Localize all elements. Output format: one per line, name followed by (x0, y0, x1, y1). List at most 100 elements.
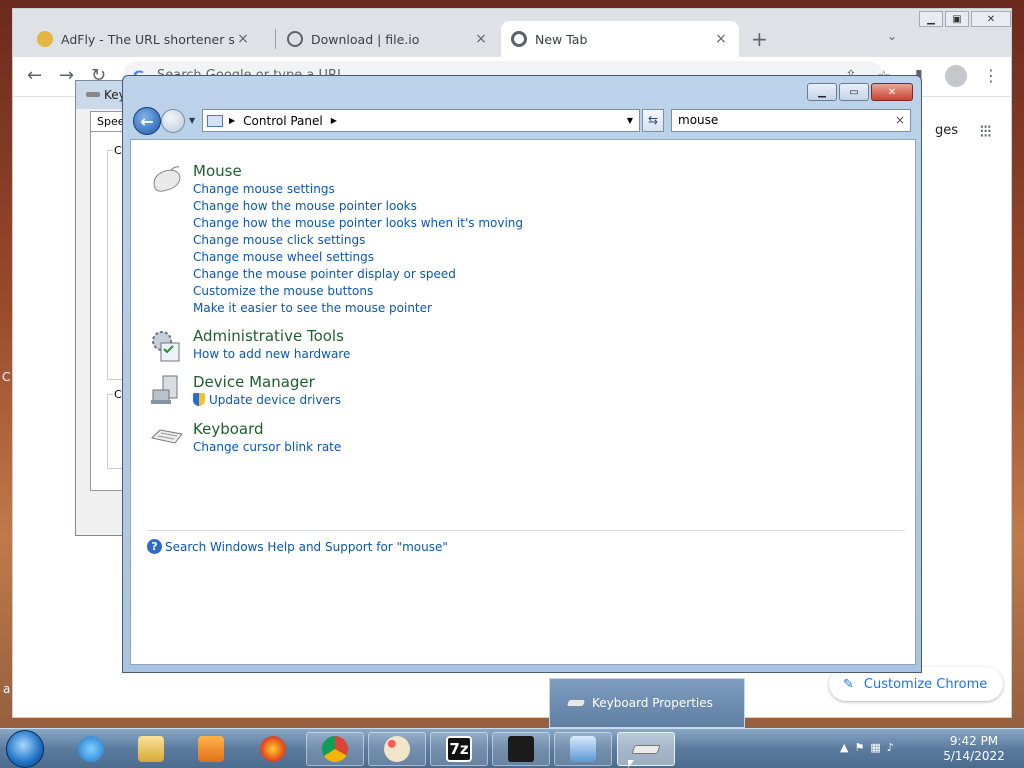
task-link-label: Update device drivers (209, 393, 342, 407)
search-value: mouse (678, 113, 719, 127)
globe-icon (287, 31, 303, 47)
profile-avatar-icon[interactable] (945, 65, 967, 87)
task-link[interactable]: Change the mouse pointer display or spee… (193, 266, 523, 283)
group-title[interactable]: Mouse (193, 162, 523, 180)
task-link[interactable]: Make it easier to see the mouse pointer (193, 300, 523, 317)
results-pane: Mouse Change mouse settings Change how t… (130, 139, 916, 665)
tab-title: Download | file.io (311, 31, 420, 47)
group-title[interactable]: Administrative Tools (193, 327, 350, 345)
desktop-icon-label: a (3, 682, 11, 696)
taskbar-keyboard-properties[interactable] (617, 732, 675, 766)
task-link[interactable]: Change mouse wheel settings (193, 249, 523, 266)
device-manager-icon (149, 374, 183, 404)
mouse-cursor-icon (628, 760, 634, 768)
tab-search-button[interactable]: ⌄ (887, 29, 897, 43)
keyboard-icon (86, 92, 100, 97)
task-link[interactable]: Change cursor blink rate (193, 439, 341, 456)
result-group-device-manager: Device Manager Update device drivers (151, 373, 341, 409)
system-tray: ▲ ⚑ ▦ ♪ (840, 741, 894, 754)
taskbar-thumbnail-popup[interactable]: Keyboard Properties (549, 678, 745, 728)
search-input[interactable]: mouse × (671, 109, 911, 132)
start-button[interactable] (6, 730, 44, 768)
divider (147, 530, 905, 531)
tab-adfly[interactable]: AdFly - The URL shortener servic × (27, 21, 261, 57)
volume-icon[interactable]: ♪ (887, 741, 894, 754)
tab-title: New Tab (535, 31, 588, 47)
task-link[interactable]: Change mouse click settings (193, 232, 523, 249)
keyboard-icon (149, 422, 183, 452)
breadcrumb-control-panel[interactable]: Control Panel (243, 114, 323, 128)
control-panel-window: ▁ ▭ ✕ ← ▼ ▶ Control Panel ▶ ▼ ⇆ mouse × … (122, 75, 922, 673)
breadcrumb-arrow-icon[interactable]: ▶ (331, 116, 337, 125)
tab-fileio[interactable]: Download | file.io × (277, 21, 499, 57)
adfly-favicon-icon (37, 31, 53, 47)
keyboard-icon (566, 700, 586, 706)
uac-shield-icon (193, 393, 205, 406)
close-button[interactable]: ✕ (871, 83, 913, 101)
system-clock[interactable]: 9:42 PM 5/14/2022 (940, 734, 1008, 764)
tab-close-icon[interactable]: × (713, 31, 729, 47)
minimize-button[interactable]: ▁ (807, 83, 837, 101)
mouse-icon (149, 164, 183, 194)
address-bar[interactable]: ▶ Control Panel ▶ ▼ (202, 109, 640, 132)
result-group-mouse: Mouse Change mouse settings Change how t… (153, 162, 523, 317)
clock-date: 5/14/2022 (943, 749, 1005, 763)
maximize-button[interactable]: ▭ (839, 83, 869, 101)
admin-tools-icon (149, 329, 183, 362)
home-app-icon (508, 736, 534, 762)
help-search-link[interactable]: ? Search Windows Help and Support for "m… (147, 539, 448, 554)
task-link[interactable]: Change how the mouse pointer looks (193, 198, 523, 215)
group-title[interactable]: Keyboard (193, 420, 341, 438)
task-link[interactable]: Change how the mouse pointer looks when … (193, 215, 523, 232)
taskbar-chrome[interactable] (306, 732, 364, 766)
window-controls: ▁ ▭ ✕ (805, 83, 913, 101)
task-link[interactable]: How to add new hardware (193, 346, 350, 363)
group-title[interactable]: Device Manager (193, 373, 341, 391)
internet-explorer-icon (78, 736, 104, 762)
show-hidden-icons-icon[interactable]: ▲ (840, 741, 848, 754)
back-arrow-icon[interactable]: ← (27, 65, 42, 86)
minimize-button[interactable]: ▁ (919, 11, 943, 27)
breadcrumb-arrow-icon[interactable]: ▶ (229, 116, 235, 125)
taskbar-firefox[interactable] (244, 732, 302, 766)
firefox-icon (260, 736, 286, 762)
action-center-icon[interactable]: ⚑ (854, 741, 864, 754)
tab-strip: AdFly - The URL shortener servic × Downl… (13, 9, 1011, 57)
back-button[interactable]: ← (133, 107, 161, 135)
customize-chrome-label: Customize Chrome (863, 676, 988, 692)
desktop-icon-label: C (2, 370, 11, 384)
forward-button[interactable] (161, 109, 185, 133)
taskbar-7zip[interactable]: 7z (430, 732, 488, 766)
chrome-icon (322, 736, 348, 762)
clear-search-icon[interactable]: × (895, 110, 905, 131)
taskbar-media-player[interactable] (182, 732, 240, 766)
tab-close-icon[interactable]: × (235, 31, 251, 47)
task-link[interactable]: Customize the mouse buttons (193, 283, 523, 300)
more-menu-icon[interactable]: ⋮ (983, 66, 999, 85)
close-button[interactable]: ✕ (971, 11, 1011, 27)
forward-arrow-icon[interactable]: → (59, 65, 74, 86)
new-tab-button[interactable]: + (751, 27, 768, 51)
recent-pages-dropdown[interactable]: ▼ (189, 116, 195, 125)
taskbar-home-app[interactable] (492, 732, 550, 766)
taskbar-control-panel[interactable] (554, 732, 612, 766)
address-dropdown-icon[interactable]: ▼ (627, 116, 633, 125)
refresh-button[interactable]: ⇆ (642, 109, 664, 132)
google-images-link[interactable]: ges (935, 123, 958, 138)
maximize-button[interactable]: ▣ (945, 11, 969, 27)
task-link[interactable]: Update device drivers (193, 392, 341, 409)
tab-new-tab[interactable]: New Tab × (501, 21, 739, 57)
result-group-admin-tools: Administrative Tools How to add new hard… (152, 327, 350, 363)
taskbar-file-explorer[interactable] (122, 732, 180, 766)
help-icon: ? (147, 539, 162, 554)
taskbar-paint[interactable] (368, 732, 426, 766)
task-link[interactable]: Change mouse settings (193, 181, 523, 198)
media-player-icon (198, 736, 224, 762)
help-search-label: Search Windows Help and Support for "mou… (165, 539, 448, 554)
chrome-window-controls: ▁ ▣ ✕ (917, 11, 1011, 27)
network-icon[interactable]: ▦ (870, 741, 880, 754)
tab-close-icon[interactable]: × (473, 31, 489, 47)
keyboard-properties-icon (631, 744, 661, 754)
taskbar-internet-explorer[interactable] (62, 732, 120, 766)
google-apps-icon[interactable]: ⁝⁝⁝ (979, 121, 992, 142)
